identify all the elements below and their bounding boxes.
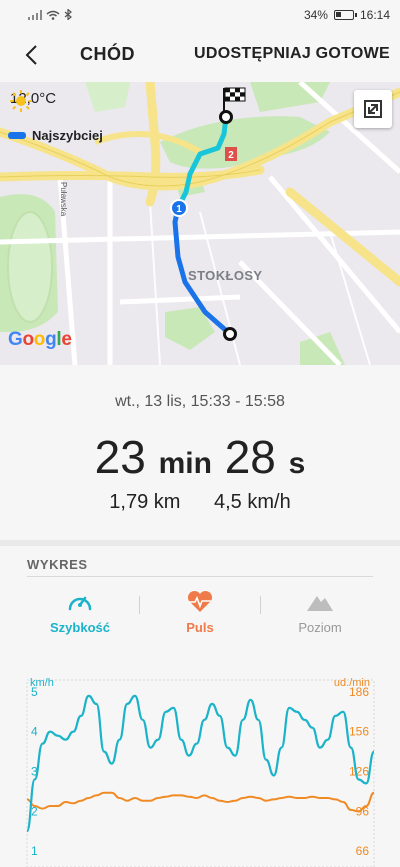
speed-series-line [25, 694, 376, 833]
y-right-tick: 126 [349, 765, 369, 779]
battery-percent: 34% [303, 8, 328, 22]
duration-minutes: 23 [94, 431, 146, 483]
route-end-marker [223, 327, 237, 341]
route-start-marker [219, 110, 233, 124]
tab-speed-label: Szybkość [50, 620, 110, 635]
chart-tabs: Szybkość Puls Poziom [0, 590, 400, 650]
expand-map-button[interactable] [354, 90, 392, 128]
route-legend: Najszybciej [8, 128, 103, 143]
y-left-tick: 5 [31, 685, 38, 699]
tab-pulse-label: Puls [186, 620, 214, 635]
legend-swatch [8, 132, 26, 139]
duration-minutes-unit: min [158, 447, 212, 480]
google-logo: Google [8, 329, 72, 350]
pulse-series-line [26, 791, 375, 813]
app-bar: CHÓD UDOSTĘPNIAJ GOTOWE [0, 30, 400, 82]
route-marker-1-label: 1 [176, 204, 182, 215]
heart-pulse-icon [187, 590, 213, 612]
status-icons-left [28, 9, 72, 20]
chart-section-title: WYKRES [27, 557, 88, 572]
workout-duration: 23 min 28 s [0, 430, 400, 484]
section-title-divider [27, 576, 373, 577]
map-canvas: 1 2 [0, 82, 400, 365]
duration-seconds: 28 [224, 431, 276, 483]
duration-seconds-unit: s [288, 447, 306, 480]
mountain-icon [307, 596, 333, 611]
y-right-tick: 66 [356, 844, 370, 858]
workout-date-time: wt., 13 lis, 15:33 - 15:58 [115, 393, 285, 410]
clock: 16:14 [359, 8, 390, 22]
y-right-tick: 186 [349, 685, 369, 699]
chart-plot-area [26, 679, 375, 867]
weather-info: 12,0°C [10, 90, 56, 112]
district-label: STOKŁOSY [188, 268, 263, 283]
workout-summary: wt., 13 lis, 15:33 - 15:58 23 min 28 s 1… [0, 365, 400, 540]
expand-icon [364, 100, 382, 118]
bluetooth-icon [64, 9, 72, 20]
route-marker-2-label: 2 [228, 150, 234, 161]
y-right-tick: 156 [349, 725, 369, 739]
wifi-icon [46, 10, 60, 20]
status-icons-right: 34% 16:14 [304, 8, 390, 22]
street-label: Puławska [59, 182, 68, 217]
speedometer-icon [68, 596, 92, 611]
route-map[interactable]: 1 2 12,0°C Najszybciej STOKŁOSY Puławska… [0, 82, 400, 365]
chart-section: WYKRES Szybkość Puls Poziom km/h ud./min… [0, 546, 400, 867]
battery-icon [333, 10, 357, 20]
tab-altitude[interactable]: Poziom [260, 590, 380, 635]
tab-pulse[interactable]: Puls [140, 590, 260, 635]
legend-label: Najszybciej [32, 128, 103, 143]
share-button[interactable]: UDOSTĘPNIAJ [194, 45, 311, 63]
finish-flag-icon [223, 87, 246, 112]
speed-pulse-chart: km/h ud./min543211861561269666 [25, 677, 376, 867]
signal-icon [28, 9, 42, 20]
tab-speed[interactable]: Szybkość [20, 590, 140, 635]
sun-icon [10, 90, 32, 112]
back-arrow-icon[interactable] [18, 40, 48, 70]
y-left-tick: 4 [31, 725, 38, 739]
y-left-tick: 1 [31, 844, 38, 858]
page-title: CHÓD [80, 44, 135, 64]
workout-stats: 1,79 km 4,5 km/h [0, 491, 400, 514]
done-button[interactable]: GOTOWE [316, 45, 390, 63]
battery-level [335, 12, 342, 17]
distance-value: 1,79 km [109, 491, 181, 513]
status-bar: 34% 16:14 [0, 0, 400, 30]
speed-value: 4,5 km/h [214, 491, 291, 513]
tab-altitude-label: Poziom [298, 620, 342, 635]
